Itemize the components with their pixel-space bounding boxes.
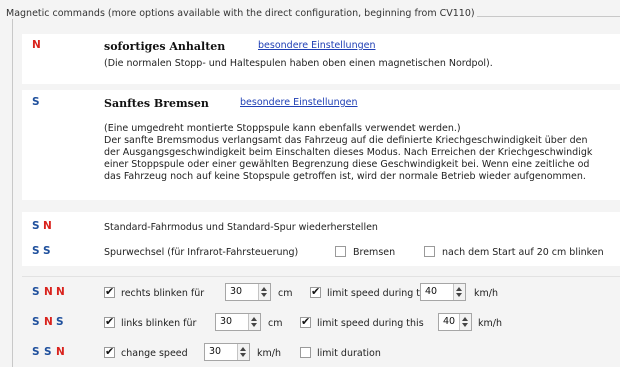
code-n: N xyxy=(32,39,41,51)
code-s: S xyxy=(43,245,51,257)
up-arrow-icon[interactable] xyxy=(456,287,462,291)
row-n-description: (Die normalen Stopp- und Haltespulen hab… xyxy=(104,58,493,69)
down-arrow-icon[interactable] xyxy=(251,323,257,327)
change-speed-checkbox[interactable] xyxy=(104,345,115,358)
code-n: N xyxy=(56,346,65,358)
up-arrow-icon[interactable] xyxy=(261,287,267,291)
code-n: N xyxy=(56,286,65,298)
code-s: S xyxy=(32,316,40,328)
row-s-desc-line-1: (Eine umgedreht montierte Stoppspule kan… xyxy=(104,123,461,134)
down-arrow-icon[interactable] xyxy=(462,323,468,327)
row-s-desc-line-4: einer Stoppspule oder einer gewählten Be… xyxy=(104,159,590,170)
limit-speed-spinner[interactable]: 40 xyxy=(420,283,466,301)
blink-left-label: links blinken für xyxy=(121,318,197,329)
row-n-title: sofortiges Anhalten xyxy=(104,40,226,53)
spinner-arrows[interactable] xyxy=(453,284,465,300)
spinner-value: 40 xyxy=(425,286,438,297)
blink-right-distance-spinner[interactable]: 30 xyxy=(225,283,271,301)
row-s-title: Sanftes Bremsen xyxy=(104,97,209,110)
spinner-value: 30 xyxy=(209,346,222,357)
row-n-settings-link[interactable]: besondere Einstellungen xyxy=(258,40,376,51)
change-speed-label: change speed xyxy=(121,348,188,359)
restore-and-lane-panel: S N Standard-Fahrmodus und Standard-Spur… xyxy=(22,212,620,266)
limit-duration-label: limit duration xyxy=(317,348,381,359)
row-s-settings-link[interactable]: besondere Einstellungen xyxy=(240,97,358,108)
spinner-value: 40 xyxy=(443,316,456,327)
code-n: N xyxy=(44,286,53,298)
limit-duration-checkbox[interactable] xyxy=(300,347,311,358)
row-s-desc-line-5: das Fahrzeug noch auf keine Stopspule ge… xyxy=(104,171,586,182)
blink-right-checkbox[interactable] xyxy=(104,285,115,298)
blink-left-checkbox[interactable] xyxy=(104,315,115,328)
code-n: N xyxy=(43,220,52,232)
divider xyxy=(22,276,620,277)
code-s: S xyxy=(44,346,52,358)
row-s-desc-line-2: Der sanfte Bremsmodus verlangsamt das Fa… xyxy=(104,135,588,146)
change-speed-spinner[interactable]: 30 xyxy=(204,343,250,361)
down-arrow-icon[interactable] xyxy=(456,293,462,297)
spinner-value: 30 xyxy=(230,286,243,297)
spinner-arrows[interactable] xyxy=(459,314,471,330)
code-s: S xyxy=(32,286,40,298)
spinner-arrows[interactable] xyxy=(258,284,270,300)
limit-speed-label: limit speed during this xyxy=(317,318,424,329)
up-arrow-icon[interactable] xyxy=(251,317,257,321)
blink-after-start-label: nach dem Start auf 20 cm blinken xyxy=(442,247,604,258)
limit-speed-spinner[interactable]: 40 xyxy=(438,313,472,331)
unit-kmh: km/h xyxy=(257,348,281,359)
brake-checkbox[interactable] xyxy=(335,246,346,257)
spinner-value: 30 xyxy=(220,316,233,327)
code-s: S xyxy=(32,245,40,257)
down-arrow-icon[interactable] xyxy=(240,353,246,357)
spinner-arrows[interactable] xyxy=(248,314,260,330)
blink-right-label: rechts blinken für xyxy=(121,288,205,299)
restore-default-text: Standard-Fahrmodus und Standard-Spur wie… xyxy=(104,222,378,233)
code-n: N xyxy=(44,316,53,328)
limit-speed-checkbox[interactable] xyxy=(310,285,321,298)
up-arrow-icon[interactable] xyxy=(240,347,246,351)
blink-left-distance-spinner[interactable]: 30 xyxy=(215,313,261,331)
unit-kmh: km/h xyxy=(474,288,498,299)
limit-speed-label: limit speed during this xyxy=(327,288,434,299)
code-s: S xyxy=(56,316,64,328)
down-arrow-icon[interactable] xyxy=(261,293,267,297)
brake-label: Bremsen xyxy=(353,247,396,258)
unit-kmh: km/h xyxy=(478,318,502,329)
row-s-panel: S Sanftes Bremsen besondere Einstellunge… xyxy=(22,90,620,200)
code-s: S xyxy=(32,220,40,232)
blink-after-start-checkbox[interactable] xyxy=(424,246,435,257)
limit-speed-checkbox[interactable] xyxy=(300,315,311,328)
code-s: S xyxy=(32,96,40,108)
group-title: Magnetic commands (more options availabl… xyxy=(4,8,477,19)
unit-cm: cm xyxy=(278,288,293,299)
lane-change-text: Spurwechsel (für Infrarot-Fahrsteuerung) xyxy=(104,247,299,258)
spinner-arrows[interactable] xyxy=(237,344,249,360)
code-s: S xyxy=(32,346,40,358)
row-s-desc-line-3: der Ausgangsgeschwindigkeit beim Einscha… xyxy=(104,147,593,158)
row-n-panel: N sofortiges Anhalten besondere Einstell… xyxy=(22,34,620,84)
unit-cm: cm xyxy=(268,318,283,329)
up-arrow-icon[interactable] xyxy=(462,317,468,321)
